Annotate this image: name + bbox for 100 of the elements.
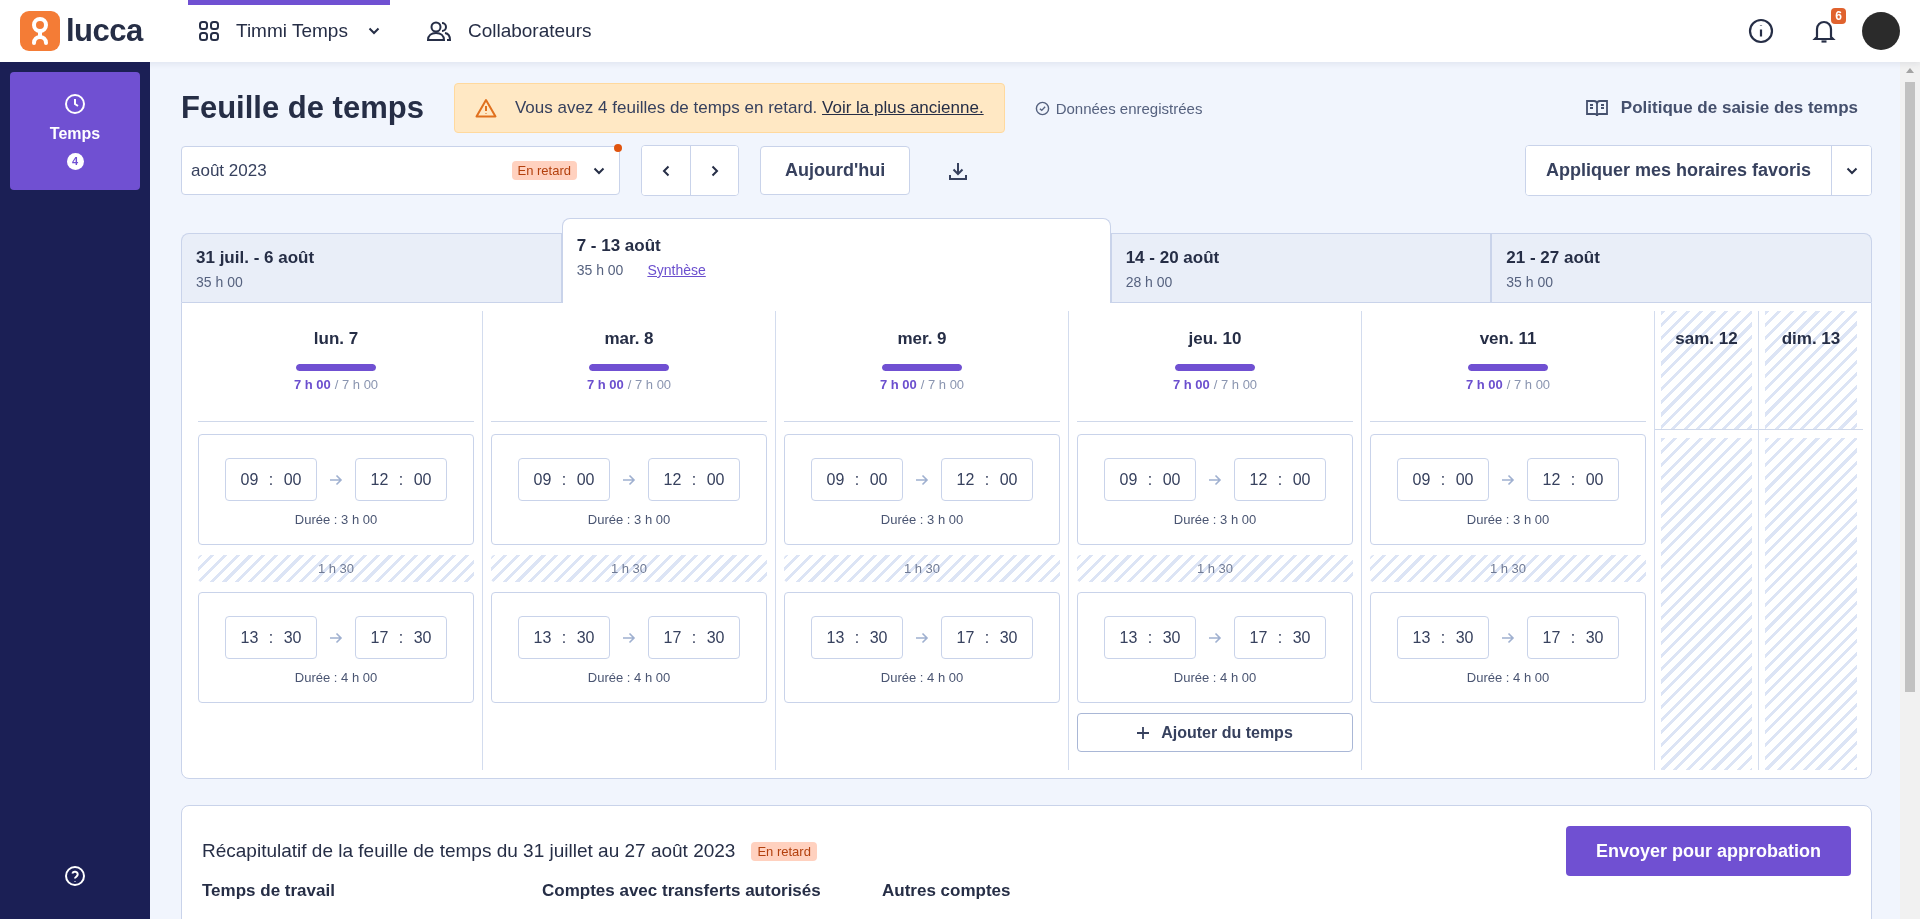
- end-time-field[interactable]: 17 : 30: [648, 616, 740, 659]
- chevron-left-icon: [662, 164, 670, 177]
- start-time-field[interactable]: 13 : 30: [225, 616, 317, 659]
- duration-text: Durée : 3 h 00: [1173, 512, 1257, 527]
- nav-item[interactable]: Timmi Temps: [188, 0, 390, 62]
- submit-approval-button[interactable]: Envoyer pour approbation: [1565, 826, 1851, 876]
- day-label: jeu. 10: [1188, 329, 1242, 349]
- end-time-field[interactable]: 12 : 00: [941, 458, 1033, 501]
- month-select[interactable]: août 2023 En retard: [181, 146, 620, 195]
- day-label: sam. 12: [1675, 329, 1738, 350]
- break-duration: 1 h 30: [198, 555, 474, 582]
- day-total: 7 h 00 / 7 h 00: [1465, 377, 1551, 392]
- oldest-sheet-link[interactable]: Voir la plus ancienne.: [822, 98, 984, 117]
- notification-count: 6: [1831, 8, 1846, 24]
- download-icon[interactable]: [948, 160, 969, 181]
- start-time-field[interactable]: 09 : 00: [811, 458, 903, 501]
- end-time-field[interactable]: 12 : 00: [1234, 458, 1326, 501]
- logo-icon: [20, 11, 60, 51]
- end-time-field[interactable]: 17 : 30: [1527, 616, 1619, 659]
- arrow-right-icon: [1208, 473, 1222, 486]
- summary-section-heading: Comptes avec transferts autorisés: [542, 881, 822, 901]
- day-label: dim. 13: [1781, 329, 1841, 350]
- bell-icon[interactable]: [1812, 18, 1836, 44]
- arrow-right-icon: [622, 631, 636, 644]
- start-time-field[interactable]: 09 : 00: [518, 458, 610, 501]
- duration-text: Durée : 4 h 00: [587, 670, 671, 685]
- end-time-field[interactable]: 12 : 00: [1527, 458, 1619, 501]
- check-circle-icon: [1034, 100, 1050, 116]
- duration-text: Durée : 4 h 00: [1466, 670, 1550, 685]
- people-icon: [425, 20, 452, 42]
- duration-text: Durée : 3 h 00: [587, 512, 671, 527]
- summary-title: Récapitulatif de la feuille de temps du 31 juillet au 27 août 2023: [202, 840, 736, 862]
- chevron-down-icon: [593, 166, 605, 175]
- arrow-right-icon: [329, 631, 343, 644]
- end-time-field[interactable]: 17 : 30: [941, 616, 1033, 659]
- clock-icon: [64, 92, 86, 115]
- day-total: 7 h 00 / 7 h 00: [879, 377, 965, 392]
- chevron-down-icon: [1845, 166, 1858, 175]
- week-tab[interactable]: 31 juil. - 6 août 35 h 00: [181, 233, 562, 302]
- break-duration: 1 h 30: [784, 555, 1060, 582]
- week-tab[interactable]: 7 - 13 août 35 h 00 Synthèse: [561, 218, 1111, 303]
- start-time-field[interactable]: 09 : 00: [1104, 458, 1196, 501]
- summary-section-heading: Temps de travail: [202, 881, 336, 901]
- late-badge: En retard: [751, 841, 817, 861]
- duration-text: Durée : 4 h 00: [880, 670, 964, 685]
- arrow-right-icon: [622, 473, 636, 486]
- sidebar-item[interactable]: Temps 4: [10, 72, 140, 190]
- plus-icon: [1137, 726, 1150, 739]
- day-total: 7 h 00 / 7 h 00: [1172, 377, 1258, 392]
- day-total: 7 h 00 / 7 h 00: [293, 377, 379, 392]
- end-time-field[interactable]: 12 : 00: [648, 458, 740, 501]
- arrow-right-icon: [915, 631, 929, 644]
- summary-link[interactable]: Synthèse: [647, 262, 706, 278]
- alert-message: Vous avez 4 feuilles de temps en retard. Voir la plus ancienne.: [514, 98, 984, 118]
- start-time-field[interactable]: 13 : 30: [1104, 616, 1196, 659]
- avatar[interactable]: [1862, 12, 1900, 50]
- summary-section-heading: Autres comptes: [882, 881, 1011, 901]
- break-duration: 1 h 30: [1077, 555, 1353, 582]
- end-time-field[interactable]: 12 : 00: [355, 458, 447, 501]
- warning-icon: [474, 98, 497, 118]
- duration-text: Durée : 3 h 00: [880, 512, 964, 527]
- duration-text: Durée : 3 h 00: [294, 512, 378, 527]
- day-label: lun. 7: [313, 329, 359, 349]
- duration-text: Durée : 4 h 00: [1173, 670, 1257, 685]
- late-badge: En retard: [511, 161, 577, 180]
- end-time-field[interactable]: 17 : 30: [1234, 616, 1326, 659]
- duration-text: Durée : 3 h 00: [1466, 512, 1550, 527]
- break-duration: 1 h 30: [491, 555, 767, 582]
- arrow-right-icon: [1208, 631, 1222, 644]
- end-time-field[interactable]: 17 : 30: [355, 616, 447, 659]
- start-time-field[interactable]: 13 : 30: [811, 616, 903, 659]
- book-icon: [1584, 98, 1609, 118]
- help-icon[interactable]: [64, 865, 86, 887]
- chevron-down-icon: [367, 27, 380, 35]
- start-time-field[interactable]: 13 : 30: [1397, 616, 1489, 659]
- arrow-right-icon: [329, 473, 343, 486]
- day-label: mer. 9: [897, 329, 947, 349]
- arrow-right-icon: [915, 473, 929, 486]
- policy-link[interactable]: Politique de saisie des temps: [1578, 97, 1864, 119]
- day-total: 7 h 00 / 7 h 00: [586, 377, 672, 392]
- add-time-button[interactable]: Ajouter du temps: [1077, 713, 1353, 752]
- save-status: Données enregistrées: [1055, 99, 1203, 117]
- duration-text: Durée : 4 h 00: [294, 670, 378, 685]
- day-label: mar. 8: [604, 329, 654, 349]
- week-tab[interactable]: 14 - 20 août 28 h 00: [1110, 233, 1492, 302]
- arrow-right-icon: [1501, 473, 1515, 486]
- brand-name: lucca: [66, 13, 143, 49]
- day-label: ven. 11: [1479, 329, 1537, 349]
- info-icon[interactable]: [1748, 18, 1774, 44]
- apps-icon: [198, 20, 220, 42]
- start-time-field[interactable]: 09 : 00: [225, 458, 317, 501]
- start-time-field[interactable]: 13 : 30: [518, 616, 610, 659]
- today-button[interactable]: Aujourd'hui: [760, 146, 911, 195]
- week-tab[interactable]: 21 - 27 août 35 h 00: [1491, 233, 1872, 302]
- arrow-right-icon: [1501, 631, 1515, 644]
- nav-item[interactable]: Collaborateurs: [415, 0, 614, 62]
- chevron-right-icon: [710, 164, 719, 177]
- break-duration: 1 h 30: [1370, 555, 1646, 582]
- start-time-field[interactable]: 09 : 00: [1397, 458, 1489, 501]
- page-title: Feuille de temps: [181, 90, 424, 126]
